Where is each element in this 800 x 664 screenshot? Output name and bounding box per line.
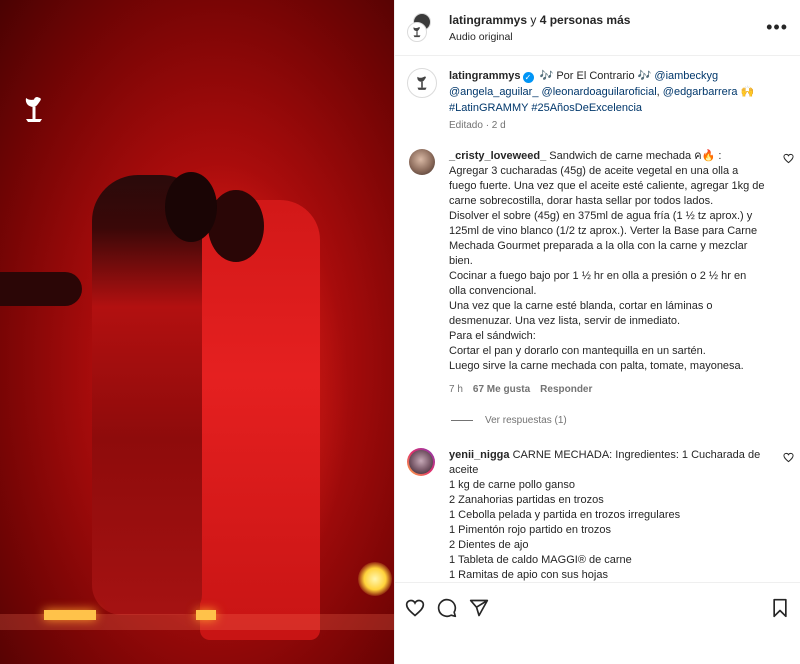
post-media[interactable] [0, 0, 394, 664]
comment-text: 2 Dientes de ajo [449, 539, 529, 551]
comment-likes[interactable]: 67 Me gusta [473, 384, 530, 395]
comment-text: Una vez que la carne esté blanda, cortar… [449, 300, 716, 327]
replies-divider [451, 420, 473, 421]
comment-text: 1 Pimentón rojo partido en trozos [449, 524, 612, 536]
caption-username[interactable]: latingrammys [449, 70, 521, 82]
stage-light [196, 610, 216, 620]
comment-time[interactable]: 7 h [449, 384, 463, 395]
view-replies-label[interactable]: Ver respuestas (1) [485, 415, 567, 426]
caption-meta: Editado · 2 d [449, 120, 506, 131]
heart-icon[interactable] [405, 598, 425, 618]
performer-red-dress [200, 200, 320, 640]
comment-text: Para el sándwich: [449, 330, 536, 342]
performer-head [165, 172, 217, 242]
collab-avatars[interactable] [407, 12, 437, 43]
comment-text: 1 Tableta de caldo MAGGI® de carne [449, 554, 632, 566]
caption-link[interactable]: #25AñosDeExcelencia [531, 102, 642, 114]
caption-text: latingrammys ✓ 🎶 Por El Contrario 🎶 @iamb… [449, 68, 788, 116]
post-panel: latingrammys y 4 personas más Audio orig… [394, 0, 800, 664]
post-actions [395, 582, 800, 664]
caption-link[interactable]: @iambeckyg [654, 70, 718, 82]
verified-icon: ✓ [522, 72, 534, 83]
bookmark-icon[interactable] [770, 598, 790, 618]
comment-text: 1 kg de carne pollo ganso [449, 479, 575, 491]
post-caption: latingrammys ✓ 🎶 Por El Contrario 🎶 @iamb… [395, 56, 800, 141]
caption-link[interactable]: #LatinGRAMMY [449, 102, 528, 114]
avatar[interactable] [407, 448, 435, 476]
comments-scroll[interactable]: latingrammys ✓ 🎶 Por El Contrario 🎶 @iamb… [395, 56, 800, 582]
comment-text: Luego sirve la carne mechada con palta, … [449, 360, 744, 372]
comment-meta: 7 h 67 Me gusta Responder [449, 382, 766, 397]
comment-item: yenii_nigga CARNE MECHADA: Ingredientes:… [395, 440, 800, 582]
comment-text: Disolver el sobre (45g) en 375ml de agua… [449, 210, 761, 267]
post-title[interactable]: latingrammys y 4 personas más [449, 13, 766, 27]
caption-text-segment: 🙌 [737, 86, 755, 98]
grammy-logo [25, 97, 42, 122]
avatar [407, 21, 427, 42]
caption-text-segment: 🎶 Por El Contrario 🎶 [536, 70, 655, 82]
share-icon[interactable] [469, 598, 489, 618]
audio-link[interactable]: Audio original [449, 31, 766, 43]
avatar[interactable] [409, 149, 435, 175]
joiner-text: y [527, 12, 540, 27]
comment-text: 1 Ramitas de apio con sus hojas [449, 569, 608, 581]
view-replies-button[interactable]: Ver respuestas (1) [395, 403, 800, 440]
account-link[interactable]: latingrammys [449, 13, 527, 27]
comment-text: 1 Cebolla pelada y partida en trozos irr… [449, 509, 681, 521]
comment-icon[interactable] [437, 598, 457, 618]
comment-text: Agregar 3 cucharadas (45g) de aceite veg… [449, 165, 768, 207]
comment-username[interactable]: yenii_nigga [449, 449, 510, 461]
stage-light [44, 610, 96, 620]
heart-icon[interactable] [783, 452, 794, 463]
comment-text: 2 Zanahorias partidas en trozos [449, 494, 604, 506]
grammy-logo [417, 76, 427, 90]
performer-arm [0, 272, 82, 306]
post-header: latingrammys y 4 personas más Audio orig… [395, 0, 800, 56]
avatar[interactable] [407, 68, 437, 98]
caption-link[interactable]: @angela_aguilar_ [449, 86, 538, 98]
more-icon[interactable]: ••• [766, 17, 788, 38]
reply-button[interactable]: Responder [540, 384, 592, 395]
comment-item: _cristy_loveweed_ Sandwich de carne mech… [395, 141, 800, 403]
caption-link[interactable]: @edgarbarrera [663, 86, 738, 98]
comment-text: Sandwich de carne mechada ค🔥 : [549, 150, 722, 162]
comment-username[interactable]: _cristy_loveweed_ [449, 150, 546, 162]
heart-icon[interactable] [783, 153, 794, 164]
caption-link[interactable]: @leonardoaguilaroficial [542, 86, 657, 98]
grammy-logo [413, 26, 421, 37]
comment-text: Cocinar a fuego bajo por 1 ½ hr en olla … [449, 270, 750, 297]
stage-sparkle [358, 562, 392, 596]
collaborators-link[interactable]: 4 personas más [540, 13, 631, 27]
comment-text: Cortar el pan y dorarlo con mantequilla … [449, 345, 706, 357]
